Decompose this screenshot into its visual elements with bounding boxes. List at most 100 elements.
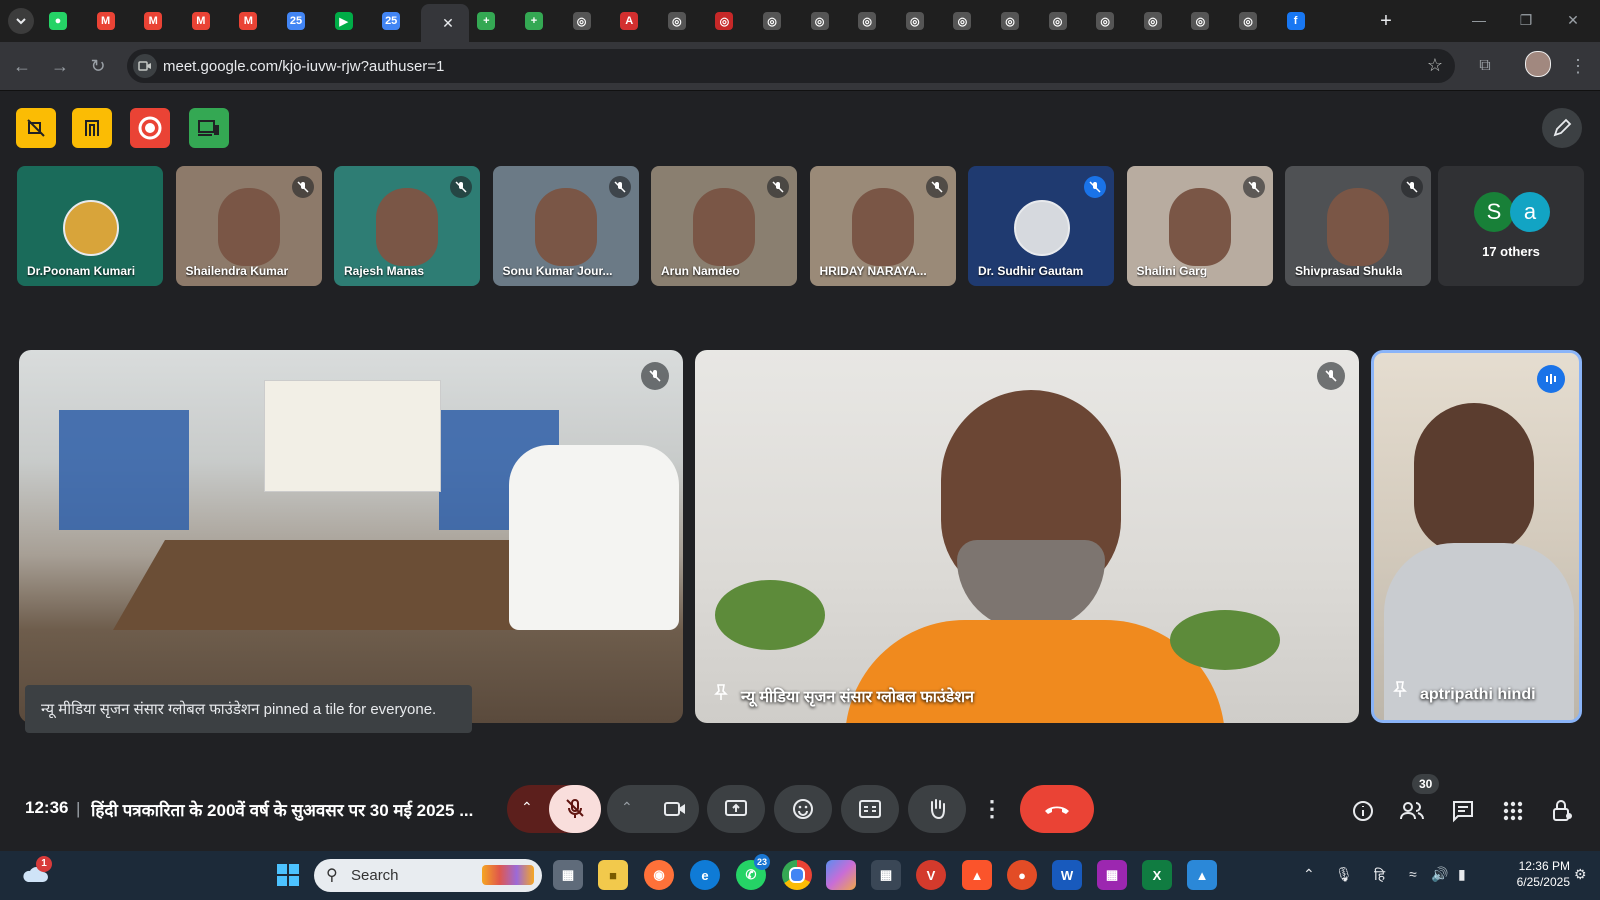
restore-button[interactable]: ❐ [1506, 8, 1546, 32]
brave-icon[interactable]: ▲ [962, 860, 992, 890]
companion-mode-button[interactable] [189, 108, 229, 148]
firefox-icon[interactable]: ◉ [644, 860, 674, 890]
recording-info-button[interactable] [16, 108, 56, 148]
browser-tab[interactable]: ◎ [802, 6, 838, 36]
browser-tab[interactable]: 25 [278, 6, 314, 36]
battery-icon[interactable]: ▮ [1458, 866, 1466, 883]
people-button[interactable] [1398, 797, 1426, 825]
address-bar[interactable]: meet.google.com/kjo-iuvw-rjw?authuser=1 … [127, 49, 1455, 83]
participant-thumbnail[interactable]: Dr. Sudhir Gautam [968, 166, 1114, 286]
browser-tab[interactable]: A [611, 6, 647, 36]
active-tab[interactable]: ✕ [427, 4, 469, 42]
browser-tab[interactable]: M [135, 6, 171, 36]
host-controls-lock-button[interactable] [1548, 797, 1576, 825]
participant-thumbnail[interactable]: Shivprasad Shukla [1285, 166, 1431, 286]
word-icon[interactable]: W [1052, 860, 1082, 890]
browser-tab[interactable]: ◎ [1230, 6, 1266, 36]
minimize-button[interactable]: — [1459, 8, 1499, 32]
chevron-up-icon[interactable]: ⌃ [521, 799, 533, 816]
notifications-bell-icon[interactable]: ⚙ [1574, 866, 1587, 883]
browser-tab[interactable]: 25 [373, 6, 409, 36]
edit-button[interactable] [1542, 108, 1582, 148]
browser-tab[interactable]: ◎ [849, 6, 885, 36]
host-controls-button[interactable] [72, 108, 112, 148]
chevron-up-icon[interactable]: ⌃ [621, 799, 633, 816]
participant-thumbnail[interactable]: HRIDAY NARAYA... [809, 166, 956, 286]
microphone-tray-icon[interactable]: 🎙 [1335, 866, 1353, 883]
whatsapp-icon[interactable]: ✆ 23 [736, 854, 770, 890]
profile-avatar[interactable] [1524, 50, 1552, 78]
leave-call-button[interactable] [1020, 785, 1094, 833]
tray-overflow-icon[interactable]: ⌃ [1303, 866, 1315, 883]
browser-tab[interactable]: ◎ [1182, 6, 1218, 36]
start-button[interactable] [273, 860, 303, 890]
chrome-icon[interactable] [782, 860, 812, 890]
camera-control[interactable]: ⌃ [607, 785, 699, 833]
extensions-icon[interactable]: ⧉ [1471, 52, 1499, 80]
close-window-button[interactable]: ✕ [1553, 8, 1593, 32]
site-info-icon[interactable] [133, 54, 157, 78]
reload-icon[interactable]: ↻ [84, 52, 112, 80]
participant-thumbnail[interactable]: Dr.Poonam Kumari [17, 166, 163, 286]
active-speaker-tile[interactable]: aptripathi hindi [1371, 350, 1582, 723]
calculator-icon[interactable]: ▦ [871, 860, 901, 890]
meeting-details-button[interactable] [1349, 797, 1377, 825]
browser-tab[interactable]: ◎ [564, 6, 600, 36]
system-clock[interactable]: 12:36 PM 6/25/2025 [1482, 858, 1570, 890]
tab-search-button[interactable] [8, 8, 34, 34]
browser-tab[interactable]: + [516, 6, 552, 36]
participant-thumbnail[interactable]: Arun Namdeo [651, 166, 797, 286]
browser-tab[interactable]: M [183, 6, 219, 36]
participant-thumbnail[interactable]: Shalini Garg [1126, 166, 1273, 286]
browser-tab[interactable]: ◎ [944, 6, 980, 36]
browser-tab[interactable]: ● [40, 6, 76, 36]
browser-tab[interactable]: ▶ [326, 6, 362, 36]
reactions-button[interactable] [774, 785, 832, 833]
pinned-speaker-tile[interactable]: न्यू मीडिया सृजन संसार ग्लोबल फाउंडेशन [695, 350, 1359, 723]
browser-app-icon[interactable]: ● [1007, 860, 1037, 890]
taskbar-search[interactable]: ⚲ Search [314, 859, 542, 892]
back-icon[interactable]: ← [8, 52, 36, 80]
browser-tab[interactable]: + [468, 6, 504, 36]
volume-icon[interactable]: 🔊 [1431, 866, 1448, 883]
browser-tab[interactable]: ◎ [1135, 6, 1171, 36]
browser-tab[interactable]: ◎ [1040, 6, 1076, 36]
recording-button[interactable] [130, 108, 170, 148]
microphone-control[interactable]: ⌃ [507, 785, 601, 833]
conference-room-tile[interactable] [19, 350, 683, 723]
task-view-icon[interactable]: ▦ [553, 860, 583, 890]
browser-tab[interactable]: ◎ [1087, 6, 1123, 36]
wifi-icon[interactable]: ≈ [1409, 866, 1417, 882]
participant-thumbnail[interactable]: Shailendra Kumar [175, 166, 322, 286]
vivaldi-icon[interactable]: V [916, 860, 946, 890]
present-button[interactable] [707, 785, 765, 833]
captions-button[interactable] [841, 785, 899, 833]
new-tab-button[interactable]: + [1368, 6, 1404, 36]
browser-tab[interactable]: ◎ [754, 6, 790, 36]
forward-icon[interactable]: → [46, 52, 74, 80]
mic-off-button[interactable] [549, 785, 601, 833]
chat-button[interactable] [1449, 797, 1477, 825]
participant-thumbnail[interactable]: Rajesh Manas [334, 166, 480, 286]
others-tile[interactable]: S a 17 others [1438, 166, 1584, 286]
browser-tab[interactable]: f [1278, 6, 1314, 36]
bookmark-star-icon[interactable]: ☆ [1427, 55, 1443, 76]
weather-widget[interactable]: 1 [20, 856, 52, 890]
file-explorer-icon[interactable]: ■ [598, 860, 628, 890]
browser-tab[interactable]: ◎ [706, 6, 742, 36]
edge-icon[interactable]: e [690, 860, 720, 890]
more-options-button[interactable]: ⋮ [975, 785, 1009, 833]
winrar-icon[interactable]: ▦ [1097, 860, 1127, 890]
photos-icon[interactable]: ▲ [1187, 860, 1217, 890]
browser-tab[interactable]: ◎ [992, 6, 1028, 36]
activities-button[interactable] [1499, 797, 1527, 825]
browser-tab[interactable]: ◎ [659, 6, 695, 36]
raise-hand-button[interactable] [908, 785, 966, 833]
browser-tab[interactable]: M [230, 6, 266, 36]
browser-tab[interactable]: ◎ [897, 6, 933, 36]
close-tab-icon[interactable]: ✕ [442, 15, 454, 32]
browser-menu-icon[interactable]: ⋮ [1564, 52, 1592, 80]
language-indicator[interactable]: हि [1374, 866, 1385, 885]
browser-tab[interactable]: M [88, 6, 124, 36]
participant-thumbnail[interactable]: Sonu Kumar Jour... [492, 166, 639, 286]
